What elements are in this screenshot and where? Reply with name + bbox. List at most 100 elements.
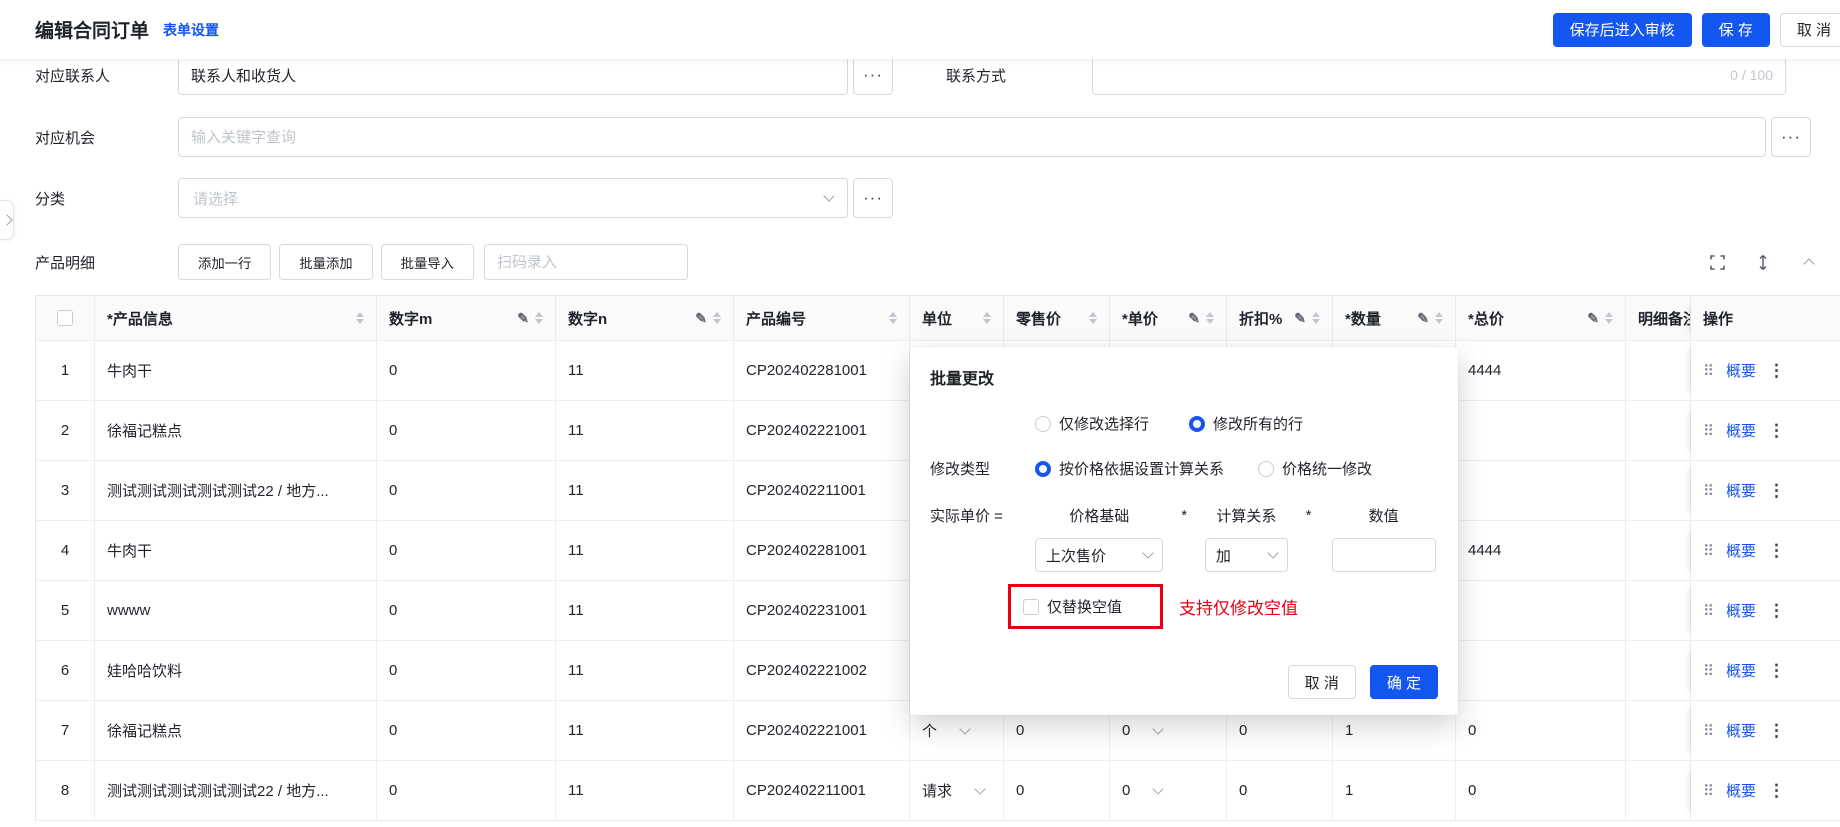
radio-uniform-price[interactable]: 价格统一修改	[1258, 458, 1372, 479]
number-n-cell[interactable]: 11	[556, 701, 734, 761]
row-more-icon[interactable]: ⋮	[1768, 361, 1785, 381]
edit-column-icon[interactable]: ✎	[695, 310, 707, 327]
category-more-button[interactable]: ···	[853, 178, 893, 218]
row-more-icon[interactable]: ⋮	[1768, 421, 1785, 441]
batch-import-button[interactable]: 批量导入	[380, 244, 474, 280]
row-summary-link[interactable]: 概要	[1726, 360, 1756, 381]
drag-handle-icon[interactable]: ⠿	[1703, 542, 1714, 560]
drag-handle-icon[interactable]: ⠿	[1703, 722, 1714, 740]
sort-icon[interactable]	[1312, 312, 1320, 324]
cancel-button[interactable]: 取 消	[1779, 12, 1840, 47]
total-price-cell[interactable]: 0	[1456, 761, 1626, 821]
detail-note-cell[interactable]	[1626, 401, 1691, 461]
total-price-cell[interactable]	[1456, 461, 1626, 521]
product-cell[interactable]: 娃哈哈饮料	[95, 641, 377, 701]
unit-price-cell[interactable]: 0	[1110, 761, 1227, 821]
sort-icon[interactable]	[356, 312, 364, 324]
row-summary-link[interactable]: 概要	[1726, 660, 1756, 681]
drag-handle-icon[interactable]: ⠿	[1703, 662, 1714, 680]
number-n-cell[interactable]: 11	[556, 401, 734, 461]
expand-left-panel-handle[interactable]	[0, 200, 14, 240]
category-select[interactable]: 请选择	[178, 178, 848, 218]
number-m-cell[interactable]: 0	[377, 701, 556, 761]
sort-icon[interactable]	[1206, 312, 1214, 324]
number-m-cell[interactable]: 0	[377, 761, 556, 821]
edit-column-icon[interactable]: ✎	[1188, 310, 1200, 327]
row-more-icon[interactable]: ⋮	[1768, 601, 1785, 621]
number-n-cell[interactable]: 11	[556, 761, 734, 821]
drag-handle-icon[interactable]: ⠿	[1703, 362, 1714, 380]
drag-handle-icon[interactable]: ⠿	[1703, 422, 1714, 440]
row-summary-link[interactable]: 概要	[1726, 720, 1756, 741]
number-m-cell[interactable]: 0	[377, 401, 556, 461]
number-n-cell[interactable]: 11	[556, 521, 734, 581]
row-summary-link[interactable]: 概要	[1726, 540, 1756, 561]
sort-icon[interactable]	[713, 312, 721, 324]
detail-note-cell[interactable]	[1626, 641, 1691, 701]
sort-icon[interactable]	[535, 312, 543, 324]
row-more-icon[interactable]: ⋮	[1768, 481, 1785, 501]
product-cell[interactable]: 测试测试测试测试测试22 / 地方...	[95, 761, 377, 821]
detail-note-cell[interactable]	[1626, 521, 1691, 581]
total-price-cell[interactable]	[1456, 641, 1626, 701]
dialog-cancel-button[interactable]: 取 消	[1287, 665, 1356, 699]
unit-cell[interactable]: 请求	[910, 761, 1004, 821]
row-summary-link[interactable]: 概要	[1726, 600, 1756, 621]
contact-method-input[interactable]	[1093, 56, 1785, 94]
replace-empty-checkbox[interactable]	[1023, 598, 1039, 615]
sort-icon[interactable]	[1435, 312, 1443, 324]
radio-all-rows[interactable]: 修改所有的行	[1189, 413, 1303, 434]
row-more-icon[interactable]: ⋮	[1768, 661, 1785, 681]
row-summary-link[interactable]: 概要	[1726, 420, 1756, 441]
number-n-cell[interactable]: 11	[556, 641, 734, 701]
opportunity-input[interactable]	[179, 118, 1765, 156]
price-basis-select[interactable]: 上次售价	[1035, 538, 1164, 572]
edit-column-icon[interactable]: ✎	[1294, 310, 1306, 327]
sort-icon[interactable]	[889, 312, 897, 324]
product-cell[interactable]: 徐福记糕点	[95, 401, 377, 461]
product-cell[interactable]: 测试测试测试测试测试22 / 地方...	[95, 461, 377, 521]
opportunity-more-button[interactable]: ···	[1771, 117, 1811, 157]
detail-note-cell[interactable]	[1626, 581, 1691, 641]
total-price-cell[interactable]	[1456, 581, 1626, 641]
row-more-icon[interactable]: ⋮	[1768, 781, 1785, 801]
number-m-cell[interactable]: 0	[377, 341, 556, 401]
number-m-cell[interactable]: 0	[377, 521, 556, 581]
edit-column-icon[interactable]: ✎	[1587, 310, 1599, 327]
number-n-cell[interactable]: 11	[556, 581, 734, 641]
row-summary-link[interactable]: 概要	[1726, 480, 1756, 501]
detail-note-cell[interactable]	[1626, 761, 1691, 821]
price-select-chevron[interactable]	[1152, 782, 1165, 795]
dialog-ok-button[interactable]: 确 定	[1369, 665, 1438, 699]
detail-note-cell[interactable]	[1626, 341, 1691, 401]
drag-handle-icon[interactable]: ⠿	[1703, 602, 1714, 620]
number-m-cell[interactable]: 0	[377, 461, 556, 521]
edit-column-icon[interactable]: ✎	[1417, 310, 1429, 327]
total-price-cell[interactable]: 0	[1456, 701, 1626, 761]
unit-select-chevron[interactable]	[959, 722, 971, 735]
number-n-cell[interactable]: 11	[556, 461, 734, 521]
edit-column-icon[interactable]: ✎	[517, 310, 529, 327]
save-and-review-button[interactable]: 保存后进入审核	[1552, 12, 1692, 47]
sort-icon[interactable]	[1605, 312, 1613, 324]
relation-select[interactable]: 加	[1204, 538, 1288, 572]
total-price-cell[interactable]	[1456, 401, 1626, 461]
sort-icon[interactable]	[1089, 312, 1097, 324]
batch-add-button[interactable]: 批量添加	[279, 244, 373, 280]
save-button[interactable]: 保 存	[1701, 12, 1770, 47]
detail-note-cell[interactable]	[1626, 701, 1691, 761]
row-more-icon[interactable]: ⋮	[1768, 541, 1785, 561]
detail-note-cell[interactable]	[1626, 461, 1691, 521]
total-price-cell[interactable]: 4444	[1456, 341, 1626, 401]
form-settings-link[interactable]: 表单设置	[163, 20, 219, 40]
number-m-cell[interactable]: 0	[377, 581, 556, 641]
fullscreen-icon[interactable]	[1708, 253, 1726, 271]
drag-handle-icon[interactable]: ⠿	[1703, 482, 1714, 500]
quantity-cell[interactable]: 1	[1333, 761, 1456, 821]
product-cell[interactable]: 牛肉干	[95, 341, 377, 401]
unit-select-chevron[interactable]	[974, 782, 986, 795]
total-price-cell[interactable]: 4444	[1456, 521, 1626, 581]
product-cell[interactable]: 牛肉干	[95, 521, 377, 581]
value-input[interactable]	[1331, 538, 1436, 572]
row-more-icon[interactable]: ⋮	[1768, 721, 1785, 741]
